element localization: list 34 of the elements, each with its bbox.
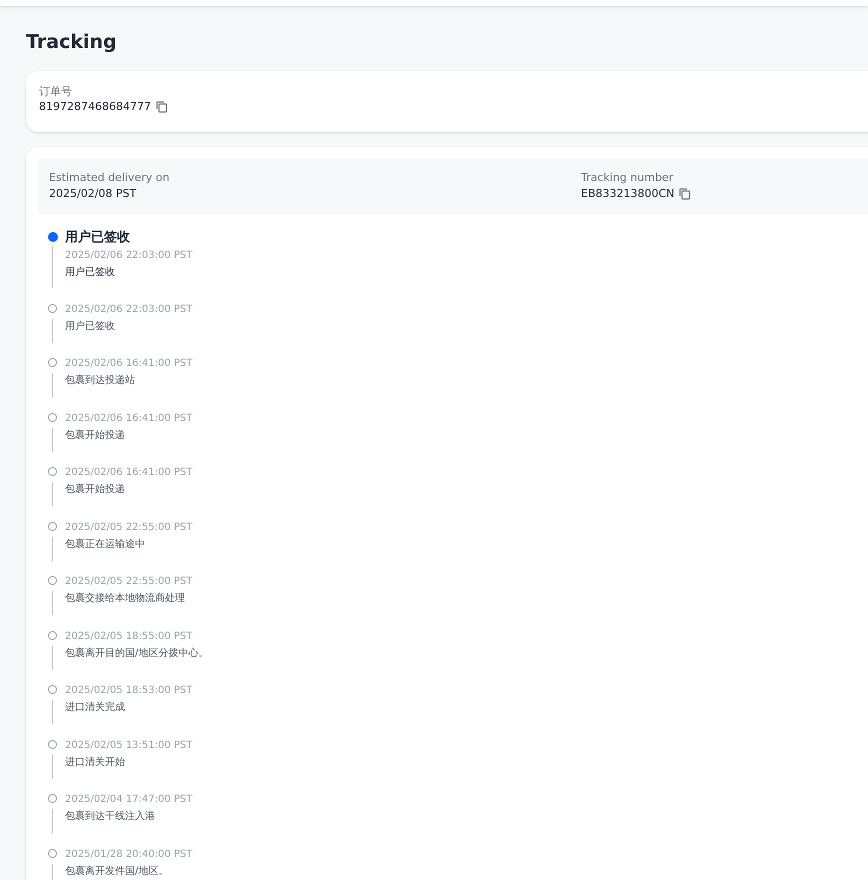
event-description: 包裹开始投递 [65, 428, 126, 442]
event-description: 用户已签收 [65, 266, 116, 280]
delivery-label: Estimated delivery on [49, 170, 170, 184]
event-time: 2025/02/04 17:47:00 PST [65, 793, 192, 807]
event-time: 2025/02/06 22:03:00 PST [65, 302, 192, 316]
event-description: 包裹到达投递站 [65, 374, 136, 388]
event-description: 包裹到达干线注入港 [65, 810, 156, 824]
event-time: 2025/02/06 22:03:00 PST [65, 248, 192, 262]
event-description: 用户已签收 [65, 320, 116, 334]
event-time: 2025/01/28 20:40:00 PST [65, 848, 192, 862]
event-description: 包裹交接给本地物流商处理 [65, 592, 186, 606]
event-description: 进口清关开始 [65, 756, 126, 770]
event-time: 2025/02/06 16:41:00 PST [65, 412, 192, 426]
order-number: 8197287468684777 [39, 98, 151, 114]
event-description: 包裹开始投递 [65, 482, 126, 497]
event-time: 2025/02/05 22:55:00 PST [65, 575, 192, 589]
event-time: 2025/02/06 16:41:00 PST [65, 466, 192, 480]
event-time: 2025/02/06 16:41:00 PST [65, 357, 192, 371]
order-label: 订单号 [39, 84, 73, 98]
event-title: 用户已签收 [65, 230, 131, 246]
delivery-date: 2025/02/08 PST [49, 186, 138, 202]
event-time: 2025/02/05 18:55:00 PST [65, 630, 194, 644]
copy-icon[interactable] [154, 100, 168, 113]
page-title: Tracking [26, 30, 118, 55]
event-description: 包裹正在运输途中 [65, 538, 146, 552]
event-time: 2025/02/05 22:55:00 PST [65, 520, 192, 534]
tracking-label: Tracking number [581, 170, 674, 184]
copy-icon[interactable] [678, 186, 692, 200]
event-description: 包裹离开目的国/地区分拨中心。 [65, 646, 208, 660]
event-description: 包裹离开发件国/地区。 [65, 864, 170, 878]
event-time: 2025/02/05 13:51:00 PST [65, 738, 192, 752]
event-time: 2025/02/05 18:53:00 PST [65, 684, 192, 698]
event-description: 进口清关完成 [65, 700, 126, 715]
tracking-number: EB833213800CN [581, 186, 674, 202]
